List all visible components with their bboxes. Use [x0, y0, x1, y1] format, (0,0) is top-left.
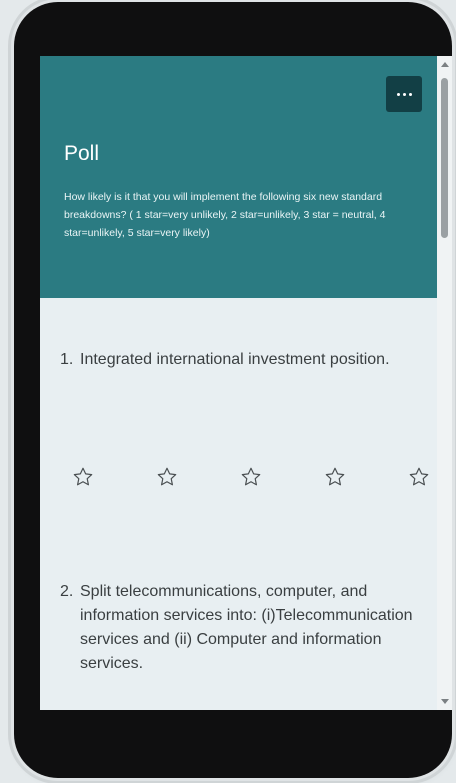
question-item: 1. Integrated international investment p…: [60, 348, 420, 372]
scrollbar-thumb[interactable]: [441, 78, 448, 238]
star-outline-icon[interactable]: [408, 466, 430, 488]
ellipsis-icon: [396, 92, 412, 96]
vertical-scrollbar[interactable]: [437, 56, 452, 710]
poll-title: Poll: [64, 142, 100, 165]
question-text: Integrated international investment posi…: [80, 351, 390, 368]
scroll-up-arrow-icon[interactable]: [441, 62, 449, 67]
star-outline-icon[interactable]: [72, 466, 94, 488]
question-text: Split telecommunications, computer, and …: [80, 583, 413, 672]
star-outline-icon[interactable]: [240, 466, 262, 488]
poll-question: How likely is it that you will implement…: [64, 191, 386, 239]
question-number: 2.: [60, 583, 74, 600]
scroll-down-arrow-icon[interactable]: [441, 699, 449, 704]
poll-header: Poll How likely is it that you will impl…: [40, 56, 437, 298]
question-number: 1.: [60, 351, 74, 368]
star-outline-icon[interactable]: [324, 466, 346, 488]
more-options-button[interactable]: [386, 76, 422, 112]
poll-content: 1. Integrated international investment p…: [40, 298, 437, 710]
star-outline-icon[interactable]: [156, 466, 178, 488]
question-item: 2. Split telecommunications, computer, a…: [60, 580, 420, 676]
app-screen: Poll How likely is it that you will impl…: [40, 56, 452, 710]
phone-frame: Poll How likely is it that you will impl…: [14, 2, 452, 778]
star-rating: [40, 466, 437, 496]
